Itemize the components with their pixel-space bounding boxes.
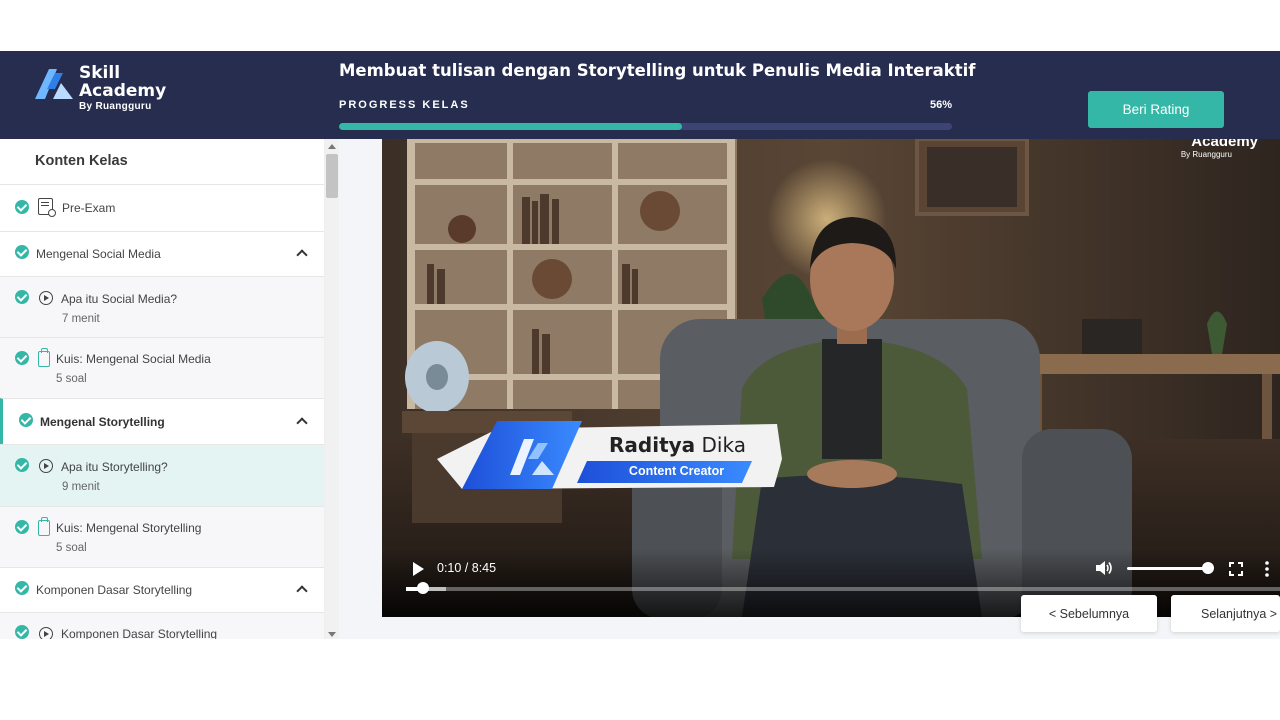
seek-bar-knob[interactable] <box>416 582 429 594</box>
seek-bar[interactable] <box>406 587 1280 591</box>
sidebar-item-apa-itu-storytelling[interactable]: Apa itu Storytelling? 9 menit <box>0 444 324 506</box>
section-label: Mengenal Storytelling <box>40 415 165 429</box>
sidebar-item-label: Pre-Exam <box>62 201 116 215</box>
previous-button[interactable]: < Sebelumnya <box>1021 595 1157 632</box>
check-icon <box>15 520 29 534</box>
progress-bar-fill <box>339 123 683 130</box>
fullscreen-icon[interactable] <box>1229 562 1243 576</box>
sidebar-item-apa-itu-social-media[interactable]: Apa itu Social Media? 7 menit <box>0 276 324 337</box>
volume-slider-knob[interactable] <box>1202 562 1215 574</box>
section-header-social-media[interactable]: Mengenal Social Media <box>0 231 324 276</box>
check-icon <box>15 351 29 365</box>
content-sidebar: Konten Kelas Pre-Exam Mengenal Social Me… <box>0 139 325 639</box>
top-header: Skill Academy By Ruangguru Membuat tulis… <box>0 51 1280 139</box>
app-screen: Skill Academy By Ruangguru Membuat tulis… <box>0 0 1280 720</box>
course-title: Membuat tulisan dengan Storytelling untu… <box>339 61 976 80</box>
duration-text: 9 menit <box>62 481 100 493</box>
next-button[interactable]: Selanjutnya > <box>1171 595 1280 632</box>
scrollbar-thumb[interactable] <box>326 154 338 198</box>
more-vertical-icon[interactable] <box>1265 561 1269 577</box>
scroll-up-arrow-icon[interactable] <box>328 144 336 149</box>
quiz-icon <box>38 348 50 367</box>
duration-text: 7 menit <box>62 313 100 325</box>
sidebar-scrollbar[interactable] <box>325 139 339 639</box>
play-circle-icon <box>39 459 53 473</box>
chevron-up-icon[interactable] <box>296 417 308 429</box>
sidebar-item-label: Komponen Dasar Storytelling <box>61 627 218 639</box>
brand-sub: By Ruangguru <box>79 101 152 112</box>
check-icon <box>19 413 33 427</box>
scroll-down-arrow-icon[interactable] <box>328 632 336 637</box>
exam-icon <box>38 198 56 217</box>
check-icon <box>15 245 29 259</box>
video-watermark-sub: By Ruangguru <box>1180 150 1232 159</box>
chevron-up-icon[interactable] <box>296 249 308 261</box>
speaker-role: Content Creator <box>628 464 725 478</box>
sidebar-item-label: Kuis: Mengenal Storytelling <box>56 521 202 535</box>
play-icon[interactable] <box>413 562 424 576</box>
progress-bar <box>339 123 952 130</box>
video-time: 0:10 / 8:45 <box>437 561 497 575</box>
brand-line-1: Skill <box>79 63 121 83</box>
brand-logo[interactable]: Skill Academy By Ruangguru <box>33 64 183 114</box>
speaker-first-name: Raditya <box>609 433 696 457</box>
section-header-komponen-dasar[interactable]: Komponen Dasar Storytelling <box>0 567 324 612</box>
section-label: Komponen Dasar Storytelling <box>36 583 193 597</box>
question-count-text: 5 soal <box>56 542 87 554</box>
speaker-name: Raditya Dika <box>609 433 746 457</box>
play-circle-icon <box>39 291 53 305</box>
brand-mark-icon <box>35 69 73 99</box>
chevron-up-icon[interactable] <box>296 585 308 597</box>
section-label: Mengenal Social Media <box>36 247 161 261</box>
check-icon <box>15 290 29 304</box>
check-icon <box>15 200 29 214</box>
section-header-storytelling[interactable]: Mengenal Storytelling <box>0 398 324 444</box>
brand-line-2: Academy <box>79 81 167 101</box>
sidebar-item-pre-exam[interactable]: Pre-Exam <box>0 184 324 231</box>
check-icon <box>15 625 29 639</box>
sidebar-item-label: Apa itu Storytelling? <box>61 460 168 474</box>
video-watermark: Academy <box>1191 139 1258 150</box>
brand-name: Skill Academy <box>79 64 166 100</box>
quiz-icon <box>38 517 50 536</box>
progress-label: PROGRESS KELAS <box>339 99 470 111</box>
video-frame <box>382 139 1280 617</box>
volume-icon[interactable] <box>1096 560 1114 576</box>
sidebar-title: Konten Kelas <box>35 153 128 169</box>
sidebar-item-komponen-dasar-video[interactable]: Komponen Dasar Storytelling <box>0 612 324 639</box>
rate-button[interactable]: Beri Rating <box>1088 91 1224 128</box>
sidebar-item-kuis-storytelling[interactable]: Kuis: Mengenal Storytelling 5 soal <box>0 506 324 567</box>
sidebar-item-label: Kuis: Mengenal Social Media <box>56 352 211 366</box>
sidebar-item-label: Apa itu Social Media? <box>61 292 178 306</box>
speaker-last-name: Dika <box>695 433 746 457</box>
play-circle-icon <box>39 627 53 639</box>
volume-slider[interactable] <box>1127 567 1212 570</box>
question-count-text: 5 soal <box>56 373 87 385</box>
sidebar-item-kuis-social-media[interactable]: Kuis: Mengenal Social Media 5 soal <box>0 337 324 398</box>
progress-percent: 56% <box>929 99 952 111</box>
check-icon <box>15 458 29 472</box>
check-icon <box>15 581 29 595</box>
video-player[interactable]: Academy By Ruangguru Raditya Dika Conten… <box>382 139 1280 617</box>
